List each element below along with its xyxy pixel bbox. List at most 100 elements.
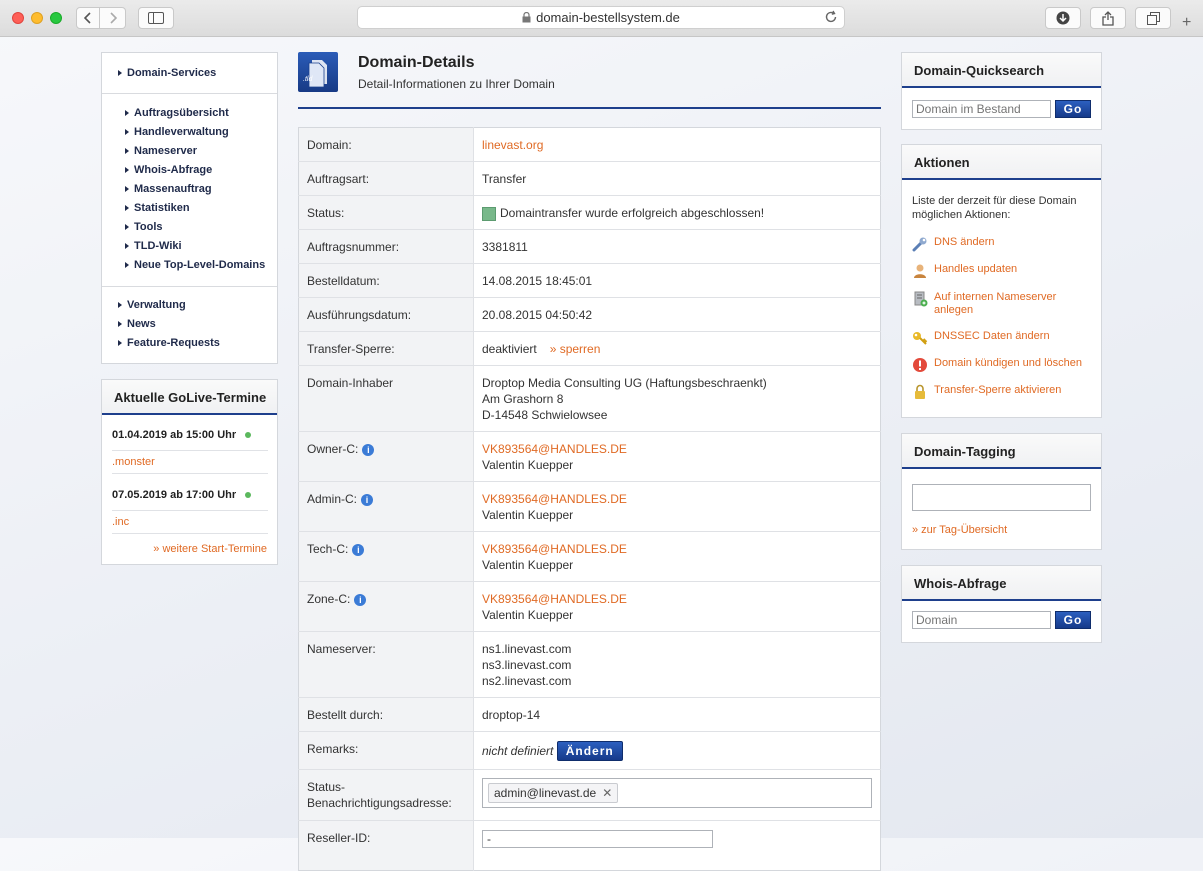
whois-input[interactable] xyxy=(912,611,1051,629)
tabs-overview-button[interactable] xyxy=(1135,7,1171,29)
whois-go-button[interactable]: Go xyxy=(1055,611,1091,629)
user-icon xyxy=(914,264,926,278)
browser-toolbar: domain-bestellsystem.de + xyxy=(0,0,1203,37)
zone-handle-link[interactable]: VK893564@HANDLES.DE xyxy=(482,592,627,606)
action-dnssec[interactable]: DNSSEC Daten ändern xyxy=(912,330,1050,346)
nav-domain-services[interactable]: Domain-Services xyxy=(117,67,216,79)
page-title: Domain-Details xyxy=(358,54,475,71)
info-icon[interactable]: i xyxy=(354,593,367,606)
tag-input[interactable] xyxy=(912,484,1091,511)
table-row: Zone-C: i VK893564@HANDLES.DE Valentin Kue… xyxy=(298,581,881,632)
info-icon[interactable]: i xyxy=(352,543,365,556)
table-row: Bestellt durch: droptop-14 xyxy=(298,697,881,732)
golive-date-2: 07.05.2019 ab 17:00 Uhr xyxy=(112,489,252,501)
svg-text:.tld: .tld xyxy=(303,76,313,83)
sidebar-toggle-button[interactable] xyxy=(138,7,174,29)
lock-domain-link[interactable]: » sperren xyxy=(550,342,601,356)
table-row: Auftragsnummer: 3381811 xyxy=(298,229,881,264)
info-icon[interactable]: i xyxy=(361,493,374,506)
nav-item-feature-requests[interactable]: Feature-Requests xyxy=(118,337,220,349)
row-label: Tech-C: i xyxy=(298,531,474,582)
fullscreen-window-button[interactable] xyxy=(50,12,62,24)
share-button[interactable] xyxy=(1090,7,1126,29)
nav-item-massenauftrag[interactable]: Massenauftrag xyxy=(125,183,212,195)
nav-item-whois[interactable]: Whois-Abfrage xyxy=(124,164,212,176)
golive-title: Aktuelle GoLive-Termine xyxy=(102,380,277,415)
table-row: Remarks: nicht definiert Ändern xyxy=(298,731,881,770)
back-button[interactable] xyxy=(76,7,100,29)
tech-handle-link[interactable]: VK893564@HANDLES.DE xyxy=(482,542,627,556)
whois-box: Whois-Abfrage Go xyxy=(901,565,1102,643)
action-internal-ns[interactable]: Auf internen Nameserver anlegen xyxy=(912,291,1084,317)
row-label: Bestelldatum: xyxy=(298,263,474,298)
nav-section-admin: Verwaltung News Feature-Requests xyxy=(102,287,277,357)
nav-item-statistiken[interactable]: Statistiken xyxy=(125,202,190,214)
tag-overview-link[interactable]: » zur Tag-Übersicht xyxy=(912,524,1007,536)
info-icon[interactable]: i xyxy=(362,443,375,456)
nav-item-auftragsuebersicht[interactable]: Auftragsübersicht xyxy=(125,107,229,119)
status-success-icon xyxy=(482,206,496,221)
quicksearch-input[interactable] xyxy=(912,100,1051,118)
table-row: Domain-Inhaber Droptop Media Consulting … xyxy=(298,365,881,432)
minimize-window-button[interactable] xyxy=(31,12,43,24)
edit-remarks-button[interactable]: Ändern xyxy=(556,741,623,761)
table-row: Transfer-Sperre: deaktiviert » sperren xyxy=(298,331,881,366)
transfer-lock-cell: deaktiviert » sperren xyxy=(473,331,881,366)
download-icon xyxy=(1056,11,1070,25)
order-type-value: Transfer xyxy=(473,161,881,196)
more-start-dates-link[interactable]: » weitere Start-Termine xyxy=(153,543,267,555)
row-label: Ausführungsdatum: xyxy=(298,297,474,332)
close-window-button[interactable] xyxy=(12,12,24,24)
nav-item-tld-wiki[interactable]: TLD-Wiki xyxy=(125,240,182,252)
nav-item-news[interactable]: News xyxy=(118,318,156,330)
server-icon xyxy=(914,291,928,307)
row-label: Transfer-Sperre: xyxy=(298,331,474,366)
owner-handle-link[interactable]: VK893564@HANDLES.DE xyxy=(482,442,627,456)
row-label: Status: xyxy=(298,195,474,230)
nameserver-list: ns1.linevast.com ns3.linevast.com ns2.li… xyxy=(473,631,881,698)
row-label: Reseller-ID: xyxy=(298,820,474,871)
tld-document-icon: .tld xyxy=(298,52,338,92)
table-row: Admin-C: i VK893564@HANDLES.DE Valentin Ku… xyxy=(298,481,881,532)
address-bar[interactable]: domain-bestellsystem.de xyxy=(357,6,845,29)
domain-link[interactable]: linevast.org xyxy=(482,138,543,152)
chevron-left-icon xyxy=(84,12,91,24)
golive-tld-2[interactable]: .inc xyxy=(112,516,129,528)
notification-email-input[interactable]: admin@linevast.de ✕ xyxy=(482,778,872,808)
downloads-button[interactable] xyxy=(1045,7,1081,29)
ordered-by-value: droptop-14 xyxy=(473,697,881,732)
nav-item-verwaltung[interactable]: Verwaltung xyxy=(118,299,186,311)
url-text: domain-bestellsystem.de xyxy=(536,10,680,25)
action-handles[interactable]: Handles updaten xyxy=(912,263,1017,279)
nav-item-handleverwaltung[interactable]: Handleverwaltung xyxy=(125,126,229,138)
reload-icon[interactable] xyxy=(824,10,838,24)
actions-box: Aktionen Liste der derzeit für diese Dom… xyxy=(901,144,1102,418)
page-header: .tld Domain-Details Detail-Informationen… xyxy=(298,52,881,109)
table-row: Nameserver: ns1.linevast.com ns3.linevas… xyxy=(298,631,881,698)
nav-item-new-tlds[interactable]: Neue Top-Level-Domains xyxy=(124,259,265,271)
action-cancel-domain[interactable]: Domain kündigen und löschen xyxy=(912,357,1082,373)
action-dns[interactable]: DNS ändern xyxy=(912,236,995,252)
new-tab-button[interactable]: + xyxy=(1182,14,1191,32)
table-row: Domain: linevast.org xyxy=(298,127,881,162)
golive-tld-1[interactable]: .monster xyxy=(112,456,155,468)
remove-tag-icon[interactable]: ✕ xyxy=(602,786,612,800)
nav-item-tools[interactable]: Tools xyxy=(125,221,163,233)
admin-handle-link[interactable]: VK893564@HANDLES.DE xyxy=(482,492,627,506)
quicksearch-go-button[interactable]: Go xyxy=(1055,100,1091,118)
reseller-id-input[interactable] xyxy=(482,830,713,848)
owner-name: Valentin Kuepper xyxy=(482,458,574,472)
alert-icon xyxy=(913,358,927,372)
tech-name: Valentin Kuepper xyxy=(482,558,574,572)
row-label: Auftragsart: xyxy=(298,161,474,196)
order-date-value: 14.08.2015 18:45:01 xyxy=(473,263,881,298)
lock-icon xyxy=(915,384,925,399)
actions-intro: Liste der derzeit für diese Domain mögli… xyxy=(912,195,1077,221)
transfer-lock-value: deaktiviert xyxy=(482,342,537,356)
nav-item-nameserver[interactable]: Nameserver xyxy=(125,145,197,157)
remarks-cell: nicht definiert Ändern xyxy=(473,731,881,770)
forward-button[interactable] xyxy=(100,7,126,29)
wrench-icon xyxy=(912,237,927,252)
zone-name: Valentin Kuepper xyxy=(482,608,574,622)
action-enable-lock[interactable]: Transfer-Sperre aktivieren xyxy=(912,384,1061,400)
